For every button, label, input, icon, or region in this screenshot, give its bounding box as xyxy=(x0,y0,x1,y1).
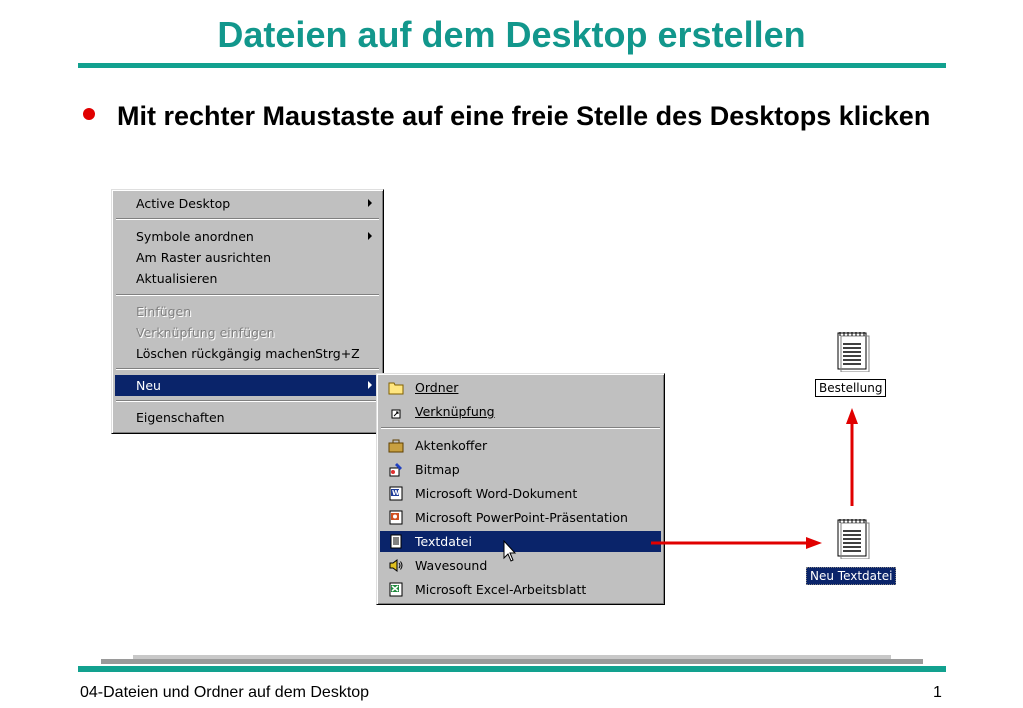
svg-text:W: W xyxy=(392,489,400,497)
word-icon: W xyxy=(389,486,403,501)
submenu-item-shortcut[interactable]: Verknüpfung xyxy=(380,401,661,422)
mouse-cursor-icon xyxy=(503,540,517,562)
submenu-item-briefcase[interactable]: Aktenkoffer xyxy=(380,435,661,456)
submenu-item-wavesound[interactable]: Wavesound xyxy=(380,555,661,576)
footer-text: 04-Dateien und Ordner auf dem Desktop xyxy=(80,684,370,701)
menu-item-arrange-icons[interactable]: Symbole anordnen xyxy=(115,226,380,247)
desktop-context-menu: Active Desktop Symbole anordnen Am Raste… xyxy=(111,189,384,434)
menu-item-properties[interactable]: Eigenschaften xyxy=(115,407,380,428)
submenu-arrow-icon xyxy=(368,232,372,240)
menu-separator xyxy=(116,294,379,296)
menu-item-label: Textdatei xyxy=(415,534,472,549)
menu-item-refresh[interactable]: Aktualisieren xyxy=(115,268,380,289)
arrow-head-right-icon xyxy=(806,537,822,549)
menu-item-align-grid[interactable]: Am Raster ausrichten xyxy=(115,247,380,268)
arrow-head-up-icon xyxy=(846,408,858,424)
menu-item-label: Eigenschaften xyxy=(136,410,225,425)
menu-item-label: Symbole anordnen xyxy=(136,229,254,244)
menu-item-label: Einfügen xyxy=(136,304,192,319)
submenu-item-word[interactable]: W Microsoft Word-Dokument xyxy=(380,483,661,504)
menu-item-new[interactable]: Neu xyxy=(115,375,380,396)
textfile-icon xyxy=(390,534,402,549)
menu-item-label: Löschen rückgängig machen xyxy=(136,346,316,361)
briefcase-icon xyxy=(388,439,404,453)
notepad-icon xyxy=(837,519,870,559)
notepad-icon xyxy=(837,332,870,372)
submenu-arrow-icon xyxy=(368,381,372,389)
page-number: 1 xyxy=(933,684,942,701)
menu-item-label: Microsoft Word-Dokument xyxy=(415,486,578,501)
menu-item-undo-delete[interactable]: Löschen rückgängig machen Strg+Z xyxy=(115,343,380,364)
submenu-item-excel[interactable]: Microsoft Excel-Arbeitsblatt xyxy=(380,579,661,600)
menu-separator xyxy=(116,368,379,370)
menu-item-label: Wavesound xyxy=(415,558,488,573)
bullet-point xyxy=(83,108,95,120)
menu-item-label: Ordner xyxy=(415,380,459,395)
desktop-file-new-textfile[interactable]: Neu Textdatei xyxy=(806,567,897,585)
menu-item-label: Microsoft PowerPoint-Präsentation xyxy=(415,510,628,525)
menu-item-paste: Einfügen xyxy=(115,301,380,322)
menu-item-label: Active Desktop xyxy=(136,196,231,211)
menu-item-label: Aktenkoffer xyxy=(415,438,488,453)
title-divider xyxy=(78,63,946,68)
bullet-text: Mit rechter Maustaste auf eine freie Ste… xyxy=(117,101,931,131)
menu-item-label: Microsoft Excel-Arbeitsblatt xyxy=(415,582,587,597)
wavesound-icon xyxy=(389,559,403,572)
shortcut-icon xyxy=(391,409,401,419)
menu-item-label: Am Raster ausrichten xyxy=(136,250,272,265)
submenu-item-bitmap[interactable]: Bitmap xyxy=(380,459,661,480)
bitmap-icon xyxy=(389,463,402,477)
menu-separator xyxy=(381,427,660,429)
submenu-item-folder[interactable]: Ordner xyxy=(380,377,661,398)
menu-separator xyxy=(116,218,379,220)
desktop-file-bestellung[interactable]: Bestellung xyxy=(815,379,887,397)
submenu-item-powerpoint[interactable]: Microsoft PowerPoint-Präsentation xyxy=(380,507,661,528)
menu-item-label: Aktualisieren xyxy=(136,271,218,286)
menu-item-label: Neu xyxy=(136,378,161,393)
folder-icon xyxy=(388,382,404,395)
powerpoint-icon xyxy=(389,510,403,525)
menu-item-paste-shortcut: Verknüpfung einfügen xyxy=(115,322,380,343)
excel-icon xyxy=(389,582,403,597)
footer-divider xyxy=(78,666,946,672)
menu-item-label: Verknüpfung xyxy=(415,404,495,419)
submenu-arrow-icon xyxy=(368,199,372,207)
footer-divider-grey xyxy=(101,659,923,664)
keyboard-shortcut: Strg+Z xyxy=(315,346,360,361)
menu-item-active-desktop[interactable]: Active Desktop xyxy=(115,193,380,214)
submenu-item-textfile[interactable]: Textdatei xyxy=(380,531,661,552)
menu-item-label: Bitmap xyxy=(415,462,460,477)
menu-item-label: Verknüpfung einfügen xyxy=(136,325,275,340)
slide-title: Dateien auf dem Desktop erstellen xyxy=(217,14,806,55)
menu-separator xyxy=(116,400,379,402)
new-submenu: Ordner Verknüpfung Aktenkoffer Bitmap W … xyxy=(376,373,665,605)
